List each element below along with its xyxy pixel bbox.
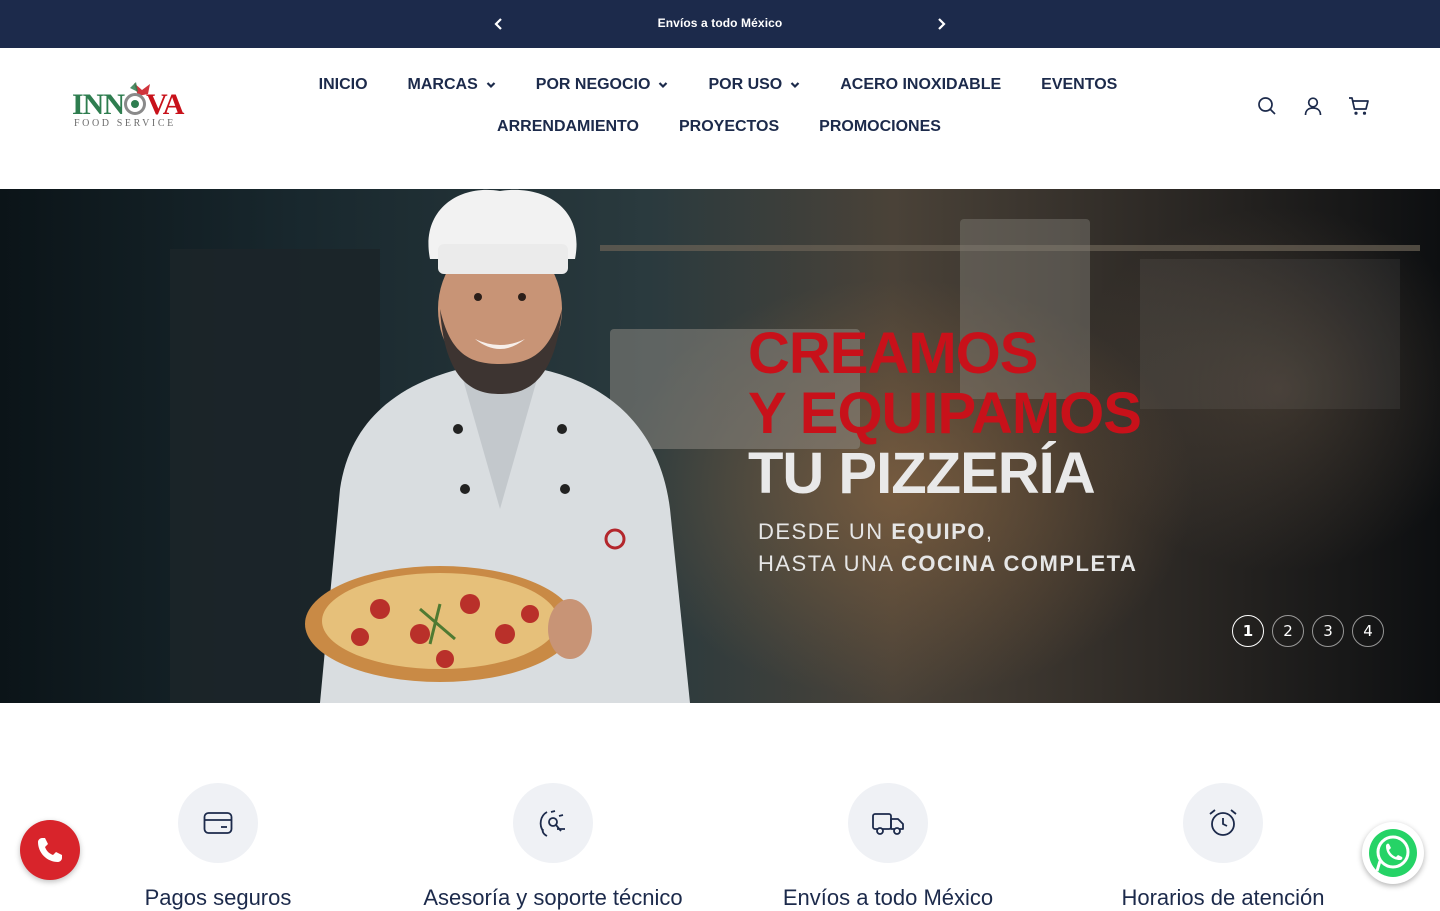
announcement-prev-button[interactable]	[487, 12, 511, 36]
delivery-truck-icon	[848, 783, 928, 863]
site-header: INN VA FOOD SERVICE INICIO MARCAS POR NE…	[0, 48, 1440, 189]
hero-line-3: TU PIZZERÍA	[748, 441, 1096, 506]
chevron-right-icon	[938, 18, 946, 30]
call-button[interactable]	[20, 820, 80, 880]
credit-card-icon	[178, 783, 258, 863]
hero-headline: CREAMOS Y EQUIPAMOS TU PIZZERÍA DESDE UN…	[748, 321, 1142, 580]
whatsapp-button[interactable]	[1362, 822, 1424, 884]
chevron-left-icon	[494, 18, 502, 30]
slide-dot-2[interactable]: 2	[1272, 615, 1304, 647]
main-nav-row-1: INICIO MARCAS POR NEGOCIO POR USO ACERO …	[0, 75, 1438, 95]
feature-pagos-seguros: Pagos seguros	[53, 783, 383, 911]
account-icon[interactable]	[1302, 95, 1324, 117]
nav-proyectos[interactable]: PROYECTOS	[679, 117, 779, 137]
slide-dot-3[interactable]: 3	[1312, 615, 1344, 647]
support-icon	[513, 783, 593, 863]
search-icon[interactable]	[1256, 95, 1278, 117]
chef-holding-pizza-image	[305, 189, 690, 703]
feature-asesoria: Asesoría y soporte técnico	[388, 783, 718, 911]
nav-inicio[interactable]: INICIO	[319, 75, 368, 95]
announcement-bar: Envíos a todo México	[0, 0, 1440, 48]
feature-title: Asesoría y soporte técnico	[423, 885, 683, 910]
header-actions	[1256, 95, 1370, 117]
hero-line-1: CREAMOS	[748, 321, 1038, 386]
nav-promociones[interactable]: PROMOCIONES	[819, 117, 941, 137]
alarm-clock-icon	[1183, 783, 1263, 863]
chevron-down-icon	[658, 80, 668, 90]
hero-slideshow[interactable]: CREAMOS Y EQUIPAMOS TU PIZZERÍA DESDE UN…	[0, 189, 1440, 703]
hero-subtitle: DESDE UN EQUIPO, HASTA UNA COCINA COMPLE…	[758, 519, 1138, 576]
nav-por-negocio[interactable]: POR NEGOCIO	[536, 75, 669, 95]
nav-arrendamiento[interactable]: ARRENDAMIENTO	[497, 117, 639, 137]
phone-icon	[38, 838, 62, 862]
announcement-next-button[interactable]	[929, 12, 953, 36]
feature-envios: Envíos a todo México	[723, 783, 1053, 911]
cart-icon[interactable]	[1348, 95, 1370, 117]
announcement-text: Envíos a todo México	[657, 16, 783, 30]
chevron-down-icon	[790, 80, 800, 90]
slide-dot-1[interactable]: 1	[1232, 615, 1264, 647]
feature-title: Horarios de atención	[1121, 885, 1325, 910]
slide-pagination: 1 2 3 4	[1232, 615, 1384, 647]
feature-title: Pagos seguros	[144, 885, 292, 910]
hero-background-tiles	[1140, 259, 1400, 409]
nav-eventos[interactable]: EVENTOS	[1041, 75, 1117, 95]
nav-marcas[interactable]: MARCAS	[408, 75, 496, 95]
main-nav-row-2: ARRENDAMIENTO PROYECTOS PROMOCIONES	[0, 117, 1439, 137]
feature-horarios: Horarios de atención	[1058, 783, 1388, 911]
nav-acero-inoxidable[interactable]: ACERO INOXIDABLE	[840, 75, 1001, 95]
features-section: Pagos seguros Asesoría y soporte técnico…	[0, 703, 1440, 910]
nav-por-uso[interactable]: POR USO	[708, 75, 800, 95]
slide-dot-4[interactable]: 4	[1352, 615, 1384, 647]
chevron-down-icon	[486, 80, 496, 90]
feature-title: Envíos a todo México	[782, 885, 994, 910]
whatsapp-icon	[1369, 829, 1417, 877]
hero-line-2: Y EQUIPAMOS	[748, 381, 1142, 446]
